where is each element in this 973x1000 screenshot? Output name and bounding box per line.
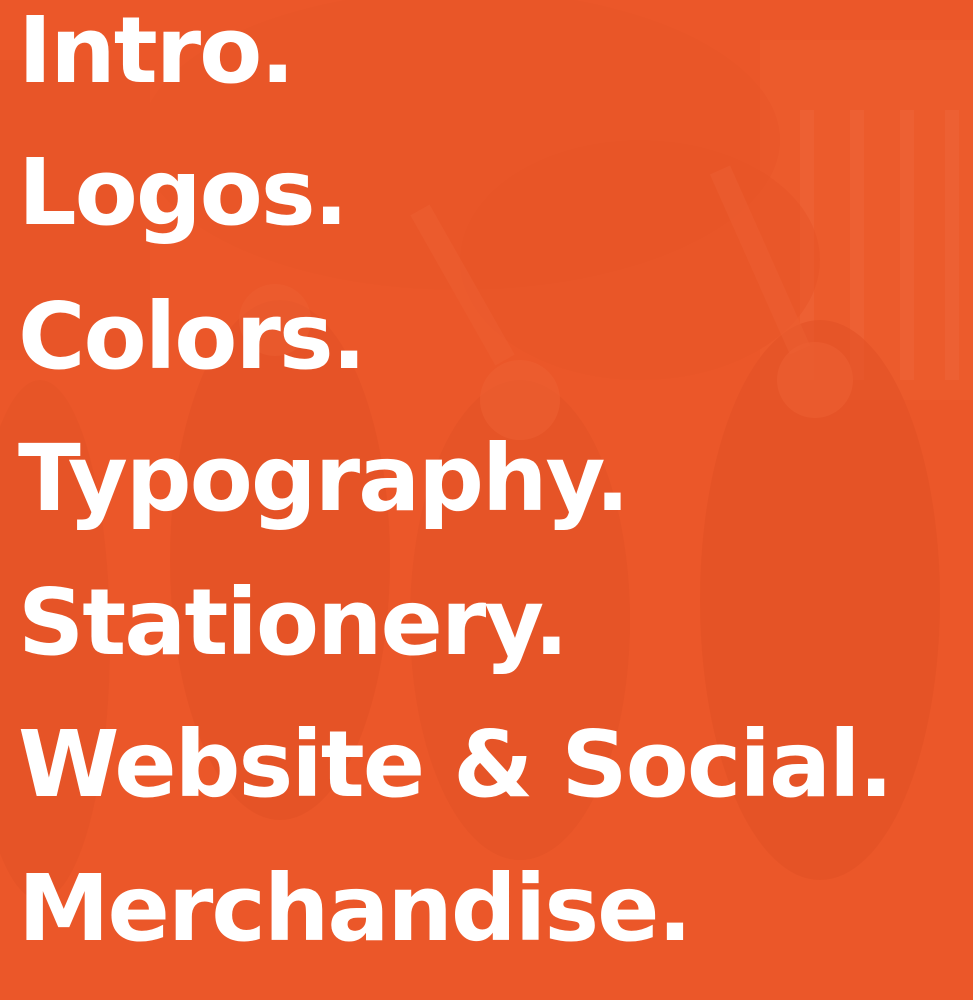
- menu-item-colors[interactable]: Colors.: [18, 291, 367, 383]
- menu-item-merchandise[interactable]: Merchandise.: [18, 863, 692, 955]
- menu-item-typography[interactable]: Typography.: [18, 433, 630, 525]
- menu-item-logos[interactable]: Logos.: [18, 147, 349, 239]
- menu-item-website-social[interactable]: Website & Social.: [18, 719, 894, 811]
- menu-item-intro[interactable]: Intro.: [18, 5, 295, 97]
- menu-item-stationery[interactable]: Stationery.: [18, 577, 569, 669]
